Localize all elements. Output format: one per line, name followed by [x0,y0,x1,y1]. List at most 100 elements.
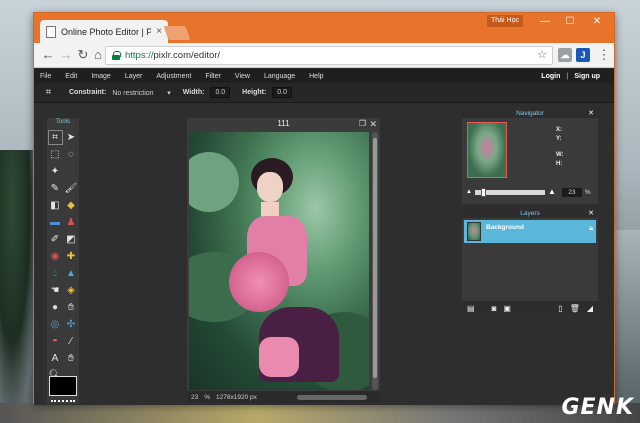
wand-icon[interactable]: ✦ [49,165,62,178]
y-label: Y: [556,136,562,142]
menu-layer[interactable]: Layer [125,73,143,80]
h-label: H: [556,161,563,167]
cloud-extension-icon[interactable]: ☁ [558,48,572,62]
page-icon [46,25,56,38]
smudge-icon[interactable]: ☚ [49,284,62,297]
layer-settings-icon[interactable]: ▤ [467,304,475,313]
menu-help[interactable]: Help [309,73,323,80]
close-document-icon[interactable]: ✕ [369,118,377,130]
eyedropper-icon[interactable]: ⁄ [65,335,78,348]
replace-color-icon[interactable]: ✐ [49,233,62,246]
home-icon[interactable]: ⌂ [90,47,106,63]
height-label: Height: [242,89,267,96]
delete-layer-icon[interactable]: 🗑︎ [570,304,580,313]
zoom-slider-thumb[interactable] [480,187,486,197]
marquee-icon[interactable]: ⬚ [49,148,62,161]
maximize-button[interactable]: ☐ [559,15,581,29]
blur-icon[interactable]: 💧︎ [49,267,62,280]
navigator-info: X: Y: W: H: [556,126,564,169]
menu-file[interactable]: File [40,73,51,80]
restore-icon[interactable]: ❐ [359,118,366,130]
red-eye-icon[interactable]: ◉ [49,250,62,263]
dodge-icon[interactable]: ● [49,301,62,314]
tools-panel: Tools ⌗➤⬚◌✦✎🖌︎◧◆▬♟✐◩◉✚💧︎▲☚◈●✋︎◎✣◓⁄A✋︎🔍︎ [47,118,79,404]
menu-view[interactable]: View [235,73,250,80]
layers-panel: Layers ✕ Background 🔒︎ ▤ ◙ ▣ ▯ 🗑︎ ◢ [462,209,598,315]
more-colors-icon[interactable] [51,400,75,404]
back-icon[interactable]: ← [40,47,56,63]
scroll-thumb[interactable] [373,138,377,378]
browser-toolbar: ← → ↻ ⌂ https:// pixlr.com/editor/ ☆ ☁ J… [34,43,614,68]
resize-icon[interactable]: ◢ [587,304,593,313]
navigator-panel: Navigator ✕ X: Y: W: H: ▲ ▲ 23 % [462,109,598,204]
menu-image[interactable]: Image [91,73,110,80]
photo-canvas[interactable] [189,132,369,390]
eraser-icon[interactable]: ◧ [49,199,62,212]
sharpen-icon[interactable]: ▲ [65,267,78,280]
menu-edit[interactable]: Edit [65,73,77,80]
new-layer-icon[interactable]: ▯ [558,304,562,313]
face-shape [257,172,283,202]
close-window-button[interactable]: ✕ [586,15,608,29]
drawing-icon[interactable]: ◩ [65,233,78,246]
vertical-scrollbar[interactable] [372,132,378,390]
crop-icon[interactable]: ⌗ [47,130,63,145]
layer-item[interactable]: Background 🔒︎ [464,220,596,243]
reload-icon[interactable]: ↻ [75,47,91,63]
pinch-icon[interactable]: ✣ [65,318,78,331]
width-input[interactable]: 0.0 [210,87,231,98]
pencil-icon[interactable]: ✎ [49,182,62,195]
move-icon[interactable]: ➤ [65,131,78,144]
tab-title: Online Photo Editor | Pix [61,26,152,37]
menu-filter[interactable]: Filter [205,73,221,80]
address-bar[interactable]: https:// pixlr.com/editor/ ☆ [105,46,553,65]
empty-tool-slot [65,165,78,178]
type-icon[interactable]: A [49,352,62,365]
layer-mask-icon[interactable]: ◙ [492,304,497,313]
minimize-button[interactable]: — [534,15,556,29]
new-tab-button[interactable] [163,26,191,40]
zoom-in-icon[interactable]: ▲ [548,187,556,197]
lock-icon[interactable]: 🔒︎ [589,225,593,233]
primary-color-swatch[interactable] [49,376,77,396]
constraint-select[interactable]: No restriction ▾ [112,89,170,97]
menu-language[interactable]: Language [264,73,295,80]
bloat-icon[interactable]: ◎ [49,318,62,331]
bookmark-star-icon[interactable]: ☆ [537,48,547,61]
zoom-out-icon[interactable]: ▲ [466,187,472,197]
height-input[interactable]: 0.0 [272,87,293,98]
url-path: pixlr.com/editor/ [153,50,221,61]
browser-tab[interactable]: Online Photo Editor | Pix × [40,20,168,43]
zoom-slider[interactable] [474,187,545,197]
gradient-icon[interactable]: ▬ [49,216,62,229]
forward-icon[interactable]: → [58,47,74,63]
profile-badge[interactable]: Thái Học [487,15,524,27]
layer-style-icon[interactable]: ▣ [503,304,511,313]
close-icon[interactable]: ✕ [588,109,594,118]
spot-heal-icon[interactable]: ✚ [65,250,78,263]
horizontal-scrollbar[interactable] [297,395,367,400]
burn-icon[interactable]: ✋︎ [65,301,78,314]
jdownloader-extension-icon[interactable]: J [576,48,590,62]
close-icon[interactable]: ✕ [588,209,594,218]
tab-close-icon[interactable]: × [156,26,162,37]
scenery-bottom [0,403,640,423]
menu-adjustment[interactable]: Adjustment [156,73,191,80]
brush-icon[interactable]: 🖌︎ [65,182,78,195]
eye-icon[interactable]: ◓ [49,335,62,348]
constraint-value: No restriction [112,89,154,97]
browser-titlebar: Online Photo Editor | Pix × Thái Học — ☐… [34,13,614,43]
zoom-unit: % [584,188,591,196]
pixlr-editor: File Edit Image Layer Adjustment Filter … [34,69,614,405]
bucket-icon[interactable]: ◆ [65,199,78,212]
sponge-icon[interactable]: ◈ [65,284,78,297]
lasso-icon[interactable]: ◌ [65,148,78,161]
login-link[interactable]: Login [541,73,560,80]
navigator-thumbnail[interactable] [467,122,507,178]
menu-kebab-icon[interactable]: ⋮ [596,47,612,63]
signup-link[interactable]: Sign up [574,73,600,80]
clone-stamp-icon[interactable]: ♟ [65,216,78,229]
zoom-value[interactable]: 23 [191,394,198,401]
navigator-zoom-input[interactable]: 23 [561,187,582,197]
hand-icon[interactable]: ✋︎ [65,352,78,365]
